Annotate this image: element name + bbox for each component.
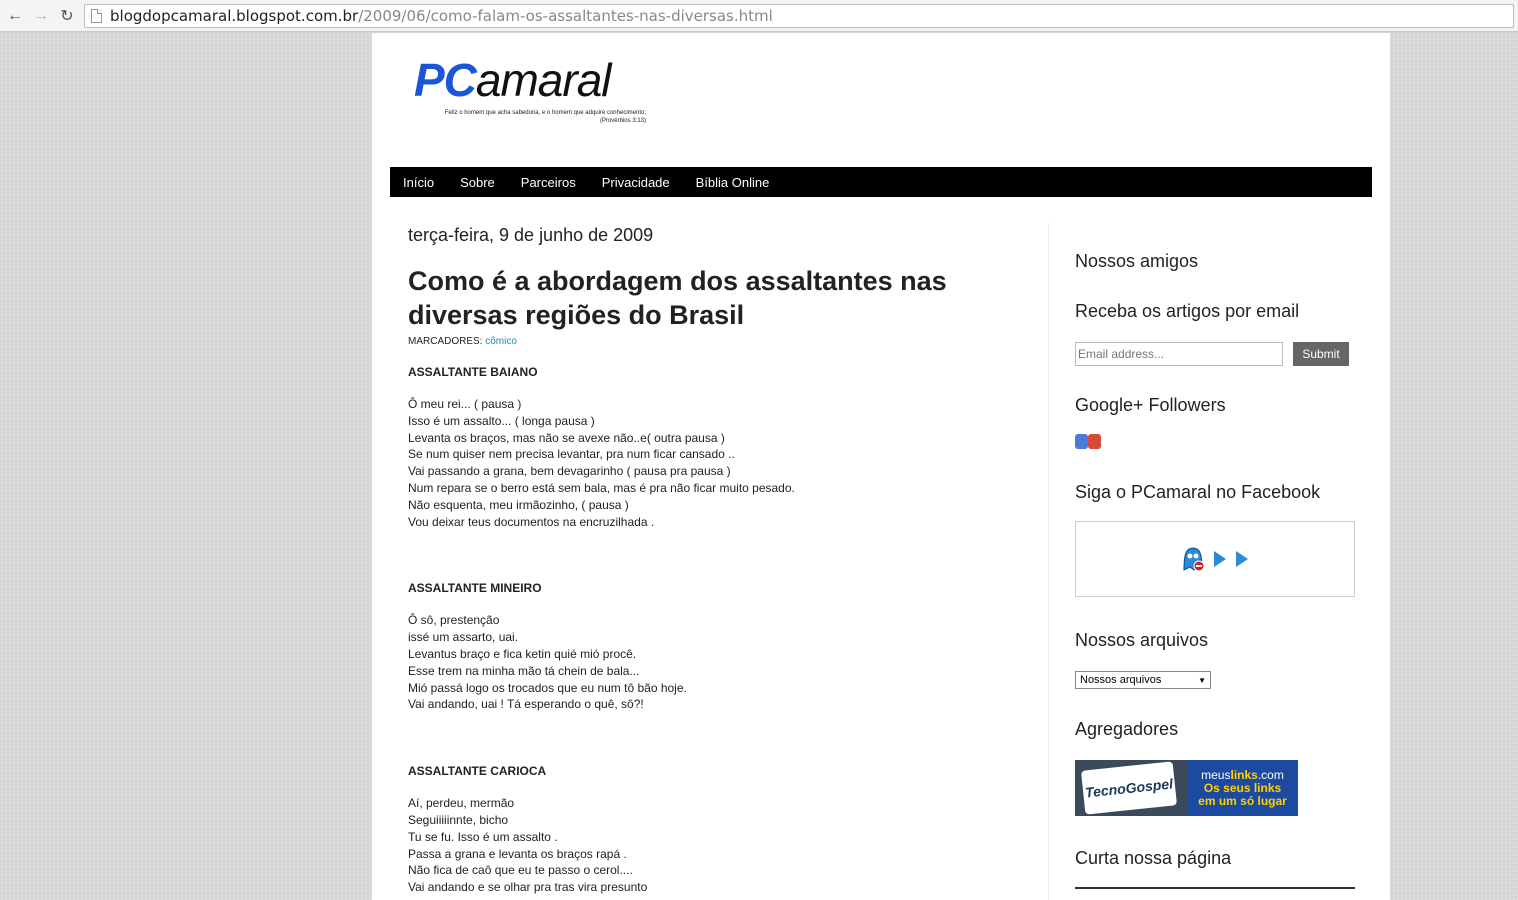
browser-toolbar: ← → ↻ blogdopcamaral.blogspot.com.br/200… (0, 0, 1518, 32)
text-line: Vai andando e se olhar pra tras vira pre… (408, 880, 648, 895)
text-line: Se num quiser nem precisa levantar, pra … (408, 447, 735, 462)
text-line: Passa a grana e levanta os braços rapá . (408, 846, 627, 861)
menu-item-parceiros[interactable]: Parceiros (521, 175, 576, 190)
section-heading: ASSALTANTE BAIANO (408, 365, 538, 379)
text-line: Tu se fu. Isso é um assalto . (408, 829, 558, 844)
address-bar[interactable]: blogdopcamaral.blogspot.com.br/2009/06/c… (84, 4, 1514, 28)
post-title[interactable]: Como é a abordagem dos assaltantes nas d… (408, 264, 1028, 332)
section-heading: ASSALTANTE CARIOCA (408, 764, 547, 779)
reload-icon[interactable]: ↻ (56, 5, 78, 27)
main-menu: Início Sobre Parceiros Privacidade Bíbli… (390, 167, 1372, 197)
menu-item-inicio[interactable]: Início (403, 175, 434, 190)
play-arrow-icon (1214, 551, 1226, 567)
logo-tagline: Feliz o homem que acha sabedoria, e o ho… (414, 109, 646, 125)
text-line: Não esquenta, meu irmãozinho, ( pausa ) (408, 497, 629, 512)
text-line: Isso é um assalto... ( longa pausa ) (408, 413, 595, 428)
meuslinks-top: meus (1201, 767, 1231, 782)
column-divider (1048, 223, 1049, 900)
aggregators-widget: TecnoGospel meuslinks.com Os seus links … (1075, 760, 1375, 816)
text-line: Vai passando a grana, bem devagarinho ( … (408, 464, 731, 479)
text-line: Num repara se o berro está sem bala, mas… (408, 480, 795, 495)
blog-content: PCamaral Feliz o homem que acha sabedori… (372, 33, 1390, 900)
tecnogospel-label: TecnoGospel (1080, 761, 1178, 815)
labels-prefix: MARCADORES: (408, 336, 483, 347)
menu-item-privacidade[interactable]: Privacidade (602, 175, 670, 190)
email-input[interactable] (1075, 342, 1283, 366)
section-text: Ô sô, prestenção issé um assarto, uai. L… (408, 612, 1028, 713)
text-line: Não fica de caô que eu te passo o cerol.… (408, 863, 633, 878)
logo-pc: PC (414, 54, 477, 106)
label-link-comico[interactable]: cômico (485, 336, 517, 347)
section-text: Aí, perdeu, mermão Seguiiiiinnte, bicho … (408, 795, 1028, 896)
text-line: Vai andando, uai ! Tá esperando o quê, s… (408, 697, 644, 712)
text-line: Esse trem na minha mão tá chein de bala.… (408, 663, 640, 678)
like-box-border (1075, 887, 1355, 889)
meuslinks-tag1: Os seus links (1203, 780, 1282, 795)
post-labels: MARCADORES: cômico (408, 336, 1028, 347)
tecnogospel-badge[interactable]: TecnoGospel (1075, 760, 1187, 816)
widget-title-arquivos: Nossos arquivos (1075, 630, 1209, 650)
meuslinks-brand: links (1230, 767, 1258, 782)
section-text: Ô meu rei... ( pausa ) Isso é um assalto… (408, 396, 1028, 530)
blog-post: terça-feira, 9 de junho de 2009 Como é a… (408, 225, 1028, 896)
blocked-plugin-icon (1183, 547, 1205, 572)
post-date: terça-feira, 9 de junho de 2009 (408, 225, 654, 245)
gplus-people-icon (1075, 434, 1088, 449)
text-line: Levanta os braços, mas não se avexe não.… (408, 430, 725, 445)
text-line: issé um assarto, uai. (408, 630, 519, 645)
widget-title-email: Receba os artigos por email (1075, 301, 1300, 321)
menu-item-biblia-online[interactable]: Bíblia Online (696, 175, 770, 190)
facebook-widget-box[interactable] (1075, 521, 1355, 597)
sidebar: Nossos amigos Receba os artigos por emai… (1075, 251, 1375, 889)
url-path: /2009/06/como-falam-os-assaltantes-nas-d… (358, 7, 773, 25)
text-line: Vou deixar teus documentos na encruzilha… (408, 514, 655, 529)
widget-title-gplus: Google+ Followers (1075, 395, 1226, 415)
logo-tagline-ref: (Provérbios 3:13) (599, 118, 646, 124)
gplus-plus-icon (1088, 434, 1101, 449)
email-subscribe-form: Submit (1075, 342, 1375, 366)
widget-title-facebook: Siga o PCamaral no Facebook (1075, 482, 1321, 502)
text-line: Aí, perdeu, mermão (408, 796, 515, 811)
meuslinks-badge[interactable]: meuslinks.com Os seus links em um só lug… (1187, 760, 1298, 816)
widget-title-amigos: Nossos amigos (1075, 251, 1199, 271)
site-logo[interactable]: PCamaral Feliz o homem que acha sabedori… (414, 57, 654, 127)
text-line: Ô meu rei... ( pausa ) (408, 397, 522, 411)
back-arrow-icon[interactable]: ← (4, 5, 26, 27)
menu-item-sobre[interactable]: Sobre (460, 175, 495, 190)
submit-button[interactable]: Submit (1293, 342, 1349, 366)
logo-tagline-text: Feliz o homem que acha sabedoria, e o ho… (444, 110, 646, 116)
archive-dropdown-value: Nossos arquivos (1080, 674, 1162, 686)
section-heading: ASSALTANTE MINEIRO (408, 581, 542, 596)
meuslinks-tag2: em um só lugar (1198, 793, 1287, 808)
logo-amaral: amaral (475, 54, 612, 106)
widget-title-agregadores: Agregadores (1075, 719, 1179, 739)
text-line: Seguiiiiinnte, bicho (408, 812, 509, 827)
play-arrow-icon (1236, 551, 1248, 567)
forward-arrow-icon[interactable]: → (30, 5, 52, 27)
dropdown-arrow-icon: ▼ (1198, 675, 1206, 685)
archive-dropdown[interactable]: Nossos arquivos ▼ (1075, 671, 1211, 689)
page-icon (91, 9, 102, 23)
text-line: Levantus braço e fica ketin quié mió pro… (408, 646, 637, 661)
meuslinks-com: .com (1257, 767, 1284, 782)
text-line: Mió passá logo os trocados que eu num tô… (408, 680, 687, 695)
url-host: blogdopcamaral.blogspot.com.br (110, 7, 359, 25)
text-line: Ô sô, prestenção (408, 613, 500, 628)
widget-title-curta: Curta nossa página (1075, 848, 1232, 868)
gplus-followers-widget[interactable] (1075, 434, 1375, 449)
